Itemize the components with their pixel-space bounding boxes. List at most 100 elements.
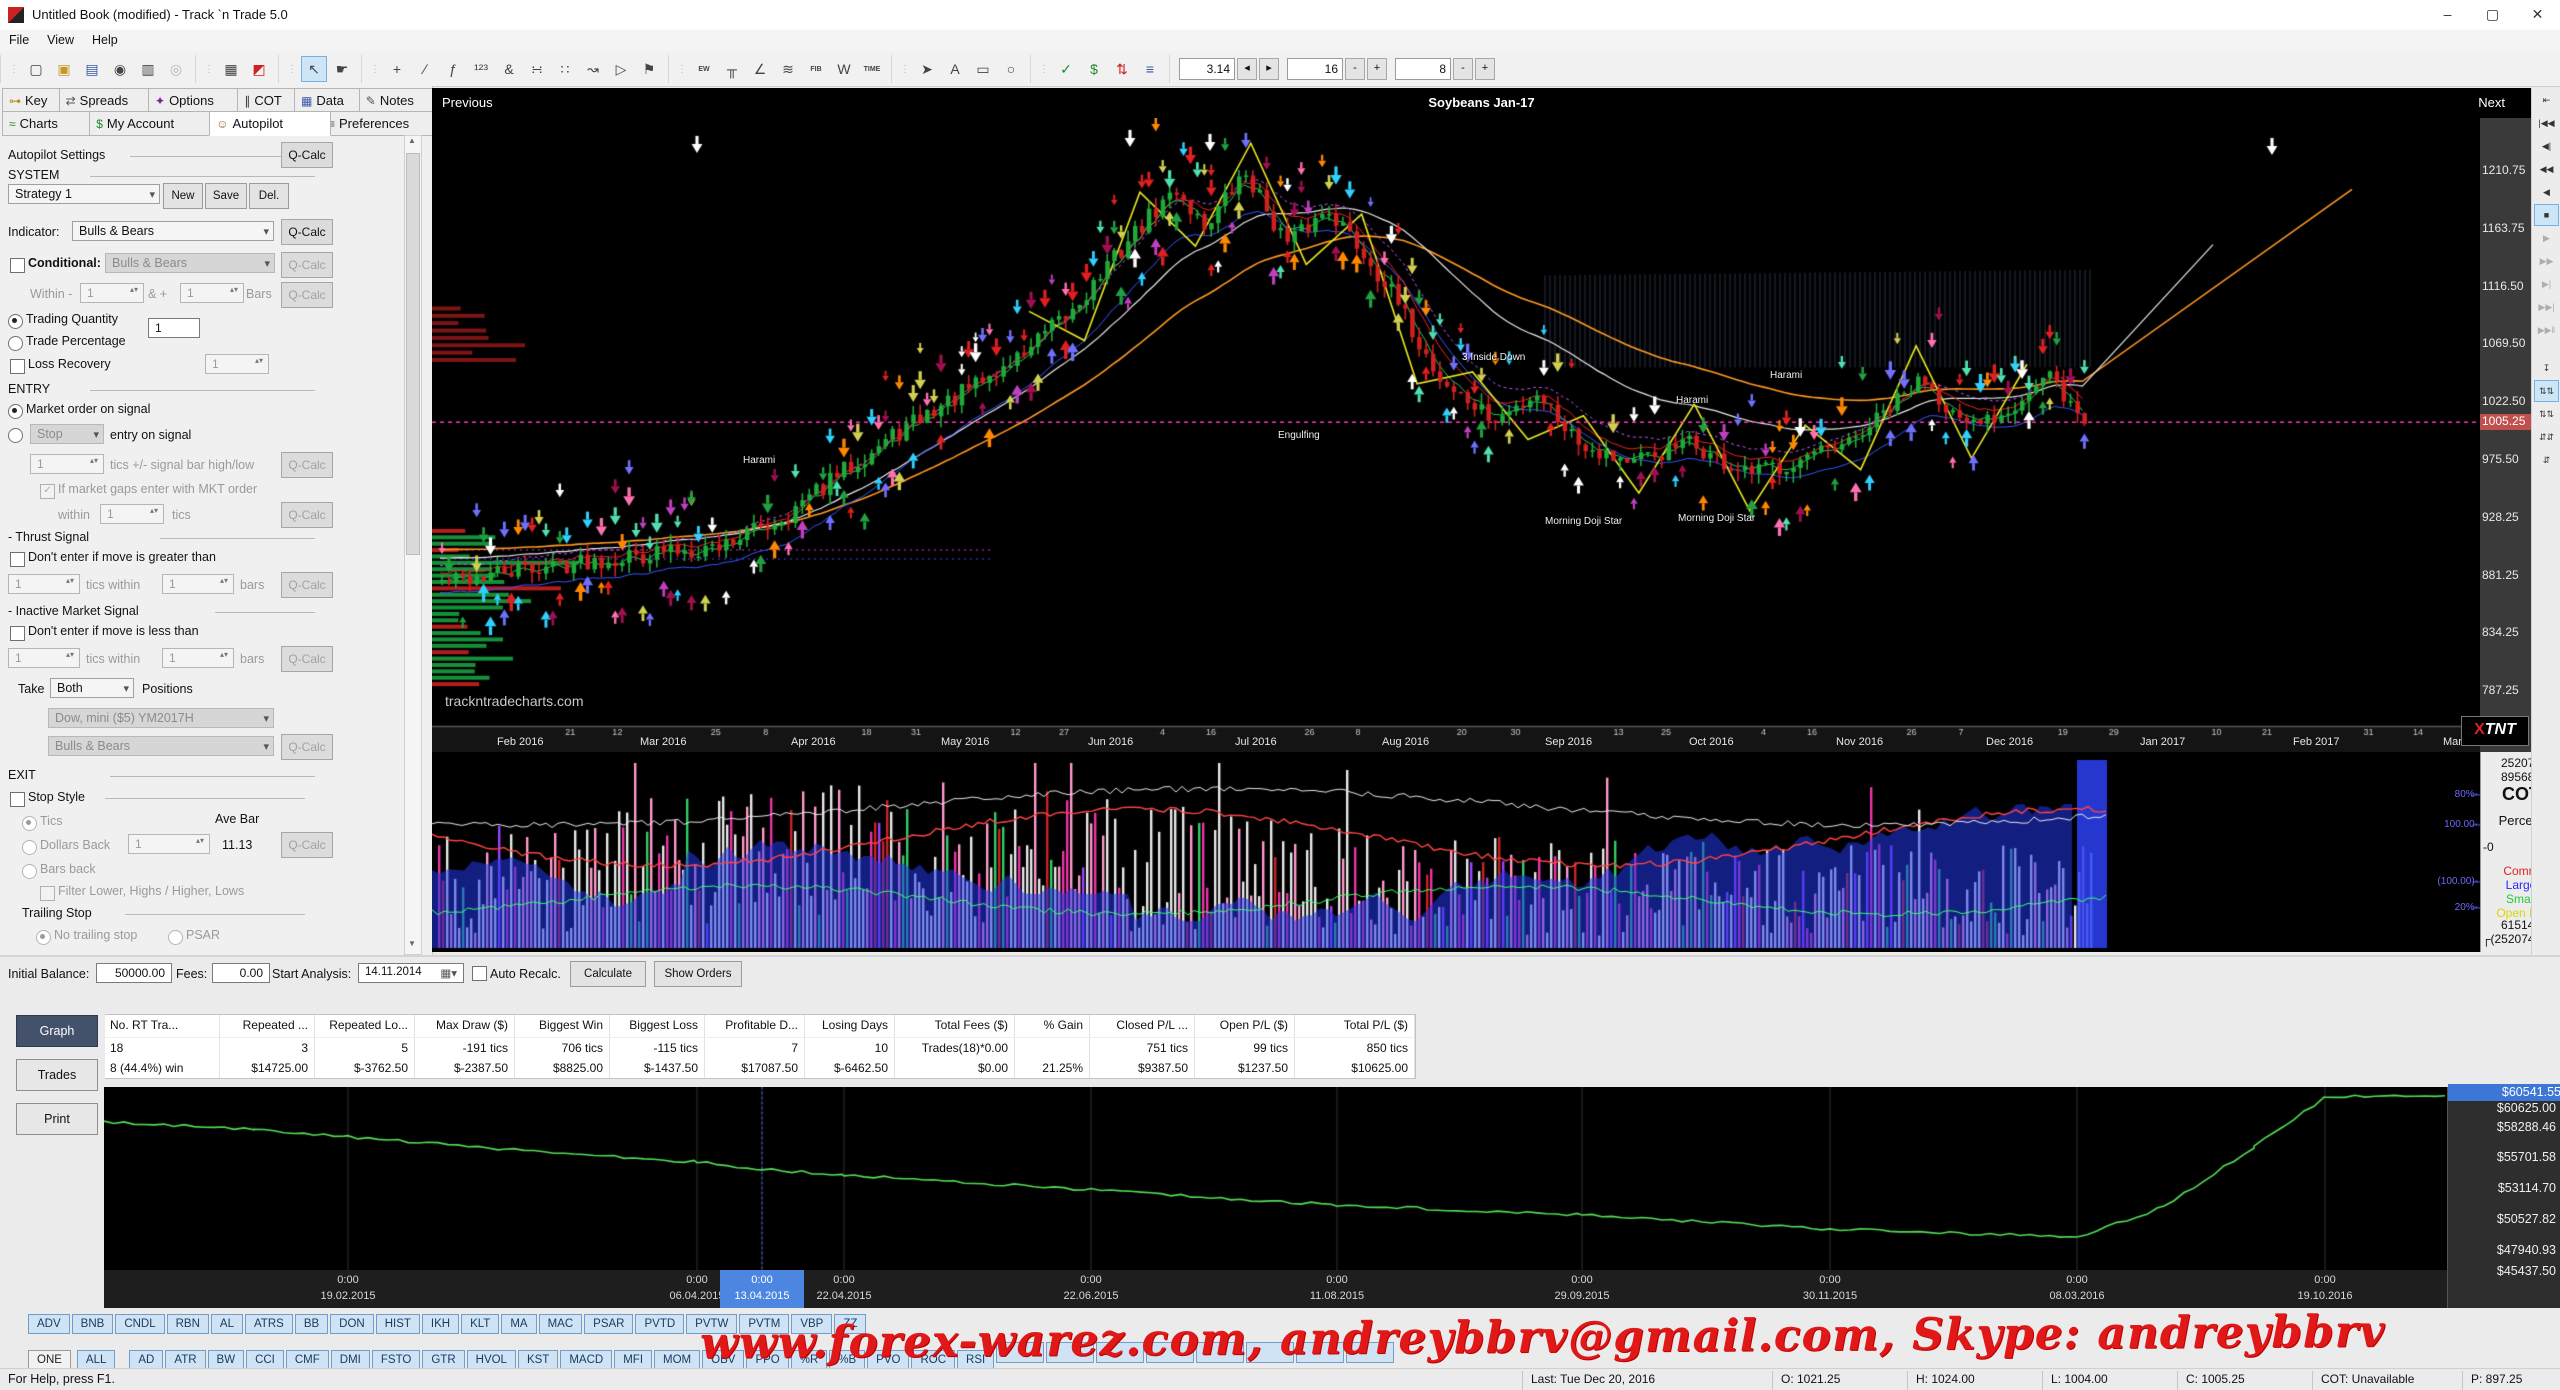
- fib-box-icon[interactable]: FIB: [803, 56, 829, 82]
- toolbar-spin-btn[interactable]: +: [1475, 58, 1495, 80]
- menu-item-file[interactable]: File: [0, 30, 38, 50]
- indicator-tab-hvol[interactable]: HVOL: [467, 1350, 516, 1370]
- fast-forward-icon[interactable]: ▶▶: [2534, 250, 2559, 272]
- indicator-tab-dmi[interactable]: DMI: [331, 1350, 370, 1370]
- snapshot-camera-icon[interactable]: ◉: [107, 56, 133, 82]
- fees-input[interactable]: 0.00: [212, 963, 270, 983]
- q-calc-button[interactable]: Q-Calc: [281, 832, 333, 858]
- fib-retracement-icon[interactable]: ≋: [775, 56, 801, 82]
- stats-header-cell[interactable]: Biggest Win: [515, 1015, 610, 1037]
- stats-header-cell[interactable]: Total P/L ($): [1295, 1015, 1415, 1037]
- inactive-bars-spinner[interactable]: 1: [162, 648, 234, 668]
- inactive-tics-spinner[interactable]: 1: [8, 648, 80, 668]
- elliott-wave-icon[interactable]: EW: [691, 56, 717, 82]
- q-calc-button[interactable]: Q-Calc: [281, 252, 333, 278]
- calc-check-icon[interactable]: ✓: [1053, 56, 1079, 82]
- equity-tick-selected[interactable]: 0:0013.04.2015: [720, 1270, 804, 1308]
- next-button[interactable]: Next: [2478, 95, 2505, 110]
- scrollbar-thumb[interactable]: [406, 153, 420, 555]
- indicator-tab-gtr[interactable]: GTR: [422, 1350, 464, 1370]
- subchart-canvas[interactable]: [432, 752, 2480, 952]
- tick-mode-1-icon[interactable]: ⇅⇅: [2534, 380, 2559, 402]
- time-cycle-icon[interactable]: TIME: [859, 56, 885, 82]
- gap-mkt-checkbox[interactable]: ✓: [40, 484, 55, 499]
- seek-first-icon[interactable]: ⇤: [2534, 89, 2559, 111]
- play-icon[interactable]: ▶: [2534, 227, 2559, 249]
- step-end-icon[interactable]: ▶|: [2534, 273, 2559, 295]
- stats-header-cell[interactable]: Losing Days: [805, 1015, 895, 1037]
- stop-icon[interactable]: ■: [2534, 204, 2559, 226]
- indicator-tab-macd[interactable]: MACD: [560, 1350, 612, 1370]
- play-arrow-tool-icon[interactable]: ▷: [608, 56, 634, 82]
- new-document-icon[interactable]: ▢: [23, 56, 49, 82]
- flag-tool-icon[interactable]: ⚑: [636, 56, 662, 82]
- inactive-checkbox[interactable]: [10, 626, 25, 641]
- trading-quantity-radio[interactable]: [8, 314, 23, 329]
- stop-style-checkbox[interactable]: [10, 792, 25, 807]
- loss-recovery-spinner[interactable]: 1: [205, 354, 269, 374]
- filter-checkbox[interactable]: [40, 886, 55, 901]
- overlay-tab-klt[interactable]: KLT: [461, 1314, 499, 1334]
- overlay-tab-rbn[interactable]: RBN: [167, 1314, 209, 1334]
- trade-percentage-radio[interactable]: [8, 336, 23, 351]
- tick-mode-4-icon[interactable]: ⇵: [2534, 449, 2559, 471]
- seek-last-icon[interactable]: ▶▶‖: [2534, 319, 2559, 341]
- calculate-button[interactable]: Calculate: [570, 961, 646, 987]
- stats-header-cell[interactable]: Max Draw ($): [415, 1015, 515, 1037]
- q-calc-button[interactable]: Q-Calc: [281, 452, 333, 478]
- indicator-tab-cmf[interactable]: CMF: [286, 1350, 329, 1370]
- minimize-button[interactable]: –: [2425, 0, 2470, 29]
- histogram-tool-icon[interactable]: ╥: [719, 56, 745, 82]
- toolbar-spin-btn[interactable]: -: [1345, 58, 1365, 80]
- step-back-icon[interactable]: ◀: [2534, 181, 2559, 203]
- text-annotate-icon[interactable]: A: [942, 56, 968, 82]
- within-plus-spinner[interactable]: 1: [180, 283, 244, 303]
- stop-type-select[interactable]: Stop: [30, 424, 104, 444]
- dollar-trade-icon[interactable]: $: [1081, 56, 1107, 82]
- indicator-tab-atr[interactable]: ATR: [165, 1350, 205, 1370]
- q-calc-button[interactable]: Q-Calc: [281, 646, 333, 672]
- print-icon[interactable]: ▥: [135, 56, 161, 82]
- psar-radio[interactable]: [168, 930, 183, 945]
- indicator-tab-fsto[interactable]: FSTO: [372, 1350, 420, 1370]
- indicator-tab-cci[interactable]: CCI: [246, 1350, 284, 1370]
- notes-tool-icon[interactable]: ƒ: [440, 56, 466, 82]
- qchart-icon[interactable]: ◩: [246, 56, 272, 82]
- chart-panels-icon[interactable]: ▦: [218, 56, 244, 82]
- hedge-indicator-select[interactable]: Bulls & Bears: [48, 736, 274, 756]
- stats-header-cell[interactable]: Repeated ...: [220, 1015, 315, 1037]
- market-order-radio[interactable]: [8, 404, 23, 419]
- sidebar-scrollbar[interactable]: ▲ ▼: [404, 135, 422, 955]
- new-button[interactable]: New: [163, 183, 203, 209]
- equity-chart-area[interactable]: [104, 1087, 2447, 1270]
- menu-item-view[interactable]: View: [38, 30, 83, 50]
- seek-start-icon[interactable]: |◀◀: [2534, 112, 2559, 134]
- sidebar-tab-autopilot[interactable]: ☺Autopilot: [209, 111, 331, 136]
- stats-header-cell[interactable]: Total Fees ($): [895, 1015, 1015, 1037]
- maximize-button[interactable]: ▢: [2470, 0, 2515, 29]
- graph-button[interactable]: Graph: [16, 1015, 98, 1047]
- stats-header-cell[interactable]: Closed P/L ...: [1090, 1015, 1195, 1037]
- calendar-icon[interactable]: ▦▾: [440, 966, 457, 980]
- sidebar-tab-spreads[interactable]: ⇄Spreads: [59, 88, 158, 113]
- buy-sell-arrows-icon[interactable]: ⇅: [1109, 56, 1135, 82]
- sidebar-tab-notes[interactable]: ✎Notes: [359, 88, 442, 113]
- indicator-tab-all[interactable]: ALL: [77, 1350, 115, 1370]
- rect-annotate-icon[interactable]: ▭: [970, 56, 996, 82]
- overlay-tab-adv[interactable]: ADV: [28, 1314, 70, 1334]
- stats-header-cell[interactable]: % Gain: [1015, 1015, 1090, 1037]
- indicator-tab-mfi[interactable]: MFI: [614, 1350, 652, 1370]
- q-calc-button[interactable]: Q-Calc: [281, 142, 333, 168]
- cursor-sync-icon[interactable]: ↧: [2534, 357, 2559, 379]
- overlay-tab-don[interactable]: DON: [330, 1314, 374, 1334]
- menu-item-help[interactable]: Help: [83, 30, 127, 50]
- numbers-tool-icon[interactable]: ¹²³: [468, 56, 494, 82]
- overlay-tab-mac[interactable]: MAC: [539, 1314, 583, 1334]
- overlay-tab-atrs[interactable]: ATRS: [245, 1314, 293, 1334]
- stats-header-cell[interactable]: Profitable D...: [705, 1015, 805, 1037]
- tick-settings-icon[interactable]: ≡: [1137, 56, 1163, 82]
- q-calc-button[interactable]: Q-Calc: [281, 219, 333, 245]
- fast-back-icon[interactable]: ◀◀: [2534, 158, 2559, 180]
- sidebar-tab-data[interactable]: ▦Data: [294, 88, 369, 113]
- save-icon[interactable]: ▤: [79, 56, 105, 82]
